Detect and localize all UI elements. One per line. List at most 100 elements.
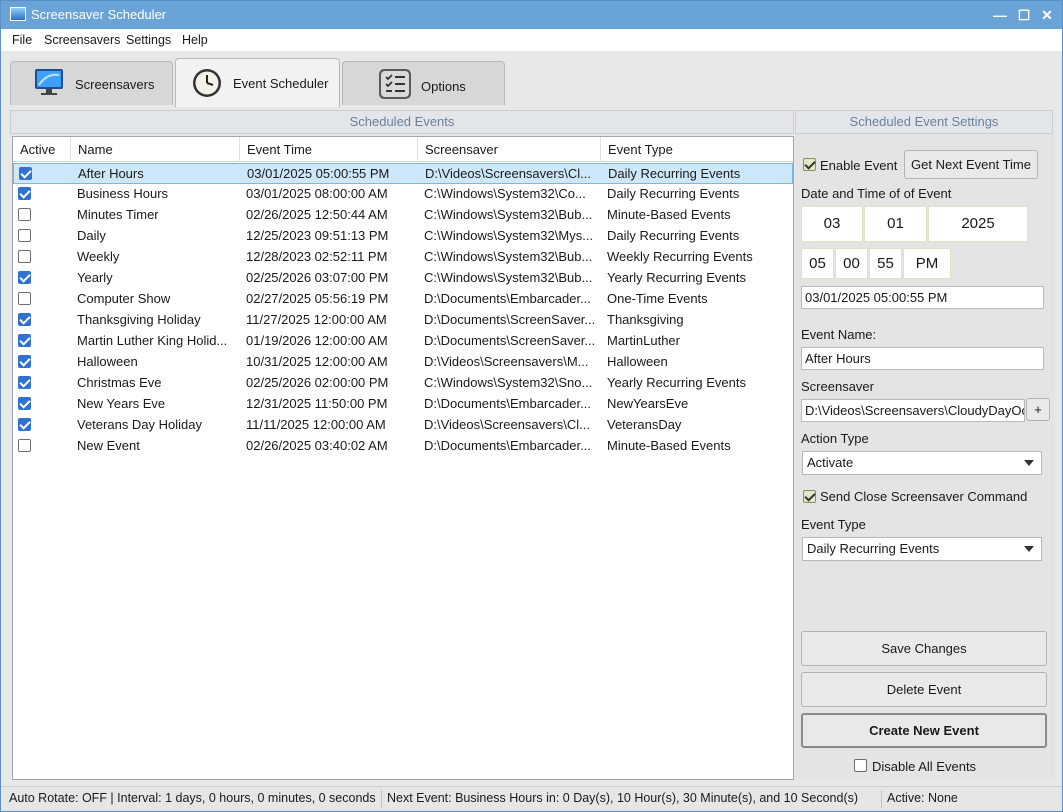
maximize-button[interactable]: ☐ — [1014, 5, 1034, 25]
month-field[interactable]: 03 — [801, 206, 863, 242]
table-row[interactable]: Business Hours 03/01/2025 08:00:00 AM C:\W… — [13, 184, 793, 205]
table-row[interactable]: Halloween 10/31/2025 12:00:00 AM D:\Videos… — [13, 352, 793, 373]
column-event-type[interactable]: Event Type — [601, 137, 793, 162]
row-active-checkbox[interactable] — [18, 376, 31, 389]
cell-time: 12/28/2023 02:52:11 PM — [246, 249, 388, 264]
cell-screensaver: D:\Videos\Screensavers\Cl... — [425, 166, 591, 181]
settings-panel: Enable Event Get Next Event Time Date an… — [795, 134, 1055, 780]
cell-screensaver: C:\Windows\System32\Mys... — [424, 228, 594, 243]
row-active-checkbox[interactable] — [18, 313, 31, 326]
cell-type: Yearly Recurring Events — [607, 375, 746, 390]
table-row[interactable]: Minutes Timer 02/26/2025 12:50:44 AM C:\Wi… — [13, 205, 793, 226]
tab-label-event-scheduler: Event Scheduler — [233, 76, 329, 91]
cell-time: 02/25/2026 03:07:00 PM — [246, 270, 389, 285]
cell-time: 01/19/2026 12:00:00 AM — [246, 333, 388, 348]
status-active: Active: None — [887, 791, 958, 805]
row-active-checkbox[interactable] — [18, 292, 31, 305]
column-event-time[interactable]: Event Time — [240, 137, 418, 162]
chevron-down-icon — [1024, 460, 1034, 466]
table-row[interactable]: Computer Show 02/27/2025 05:56:19 PM D:\Do… — [13, 289, 793, 310]
row-active-checkbox[interactable] — [18, 187, 31, 200]
screensaver-field[interactable]: D:\Videos\Screensavers\CloudyDayOc — [801, 399, 1025, 422]
disable-all-label: Disable All Events — [872, 759, 977, 774]
table-row[interactable]: Weekly 12/28/2023 02:52:11 PM C:\Windows\S… — [13, 247, 793, 268]
event-name-label: Event Name: — [801, 327, 877, 342]
cell-screensaver: D:\Videos\Screensavers\M... — [424, 354, 589, 369]
status-divider — [881, 790, 882, 808]
get-next-event-time-button[interactable]: Get Next Event Time — [904, 150, 1038, 179]
cell-time: 02/27/2025 05:56:19 PM — [246, 291, 389, 306]
menu-file[interactable]: File — [12, 33, 32, 47]
table-row[interactable]: Yearly 02/25/2026 03:07:00 PM C:\Windows\S… — [13, 268, 793, 289]
datetime-field[interactable]: 03/01/2025 05:00:55 PM — [801, 286, 1044, 309]
enable-event-checkbox[interactable] — [803, 158, 816, 171]
action-type-dropdown[interactable]: Activate — [802, 451, 1042, 475]
settings-header: Scheduled Event Settings — [795, 110, 1053, 134]
cell-type: Daily Recurring Events — [607, 186, 740, 201]
cell-type: Daily Recurring Events — [607, 228, 740, 243]
column-screensaver[interactable]: Screensaver — [418, 137, 601, 162]
row-active-checkbox[interactable] — [18, 334, 31, 347]
table-row[interactable]: Martin Luther King Holid... 01/19/2026 12… — [13, 331, 793, 352]
send-close-checkbox[interactable] — [803, 490, 816, 503]
disable-all-checkbox[interactable] — [854, 759, 867, 772]
second-field[interactable]: 55 — [869, 248, 902, 279]
event-name-field[interactable]: After Hours — [801, 347, 1044, 370]
table-row[interactable]: After Hours 03/01/2025 05:00:55 PM D:\Vide… — [13, 163, 793, 184]
ampm-field[interactable]: PM — [903, 248, 951, 279]
scheduled-events-header: Scheduled Events — [10, 110, 794, 134]
cell-screensaver: C:\Windows\System32\Bub... — [424, 270, 593, 285]
row-active-checkbox[interactable] — [18, 355, 31, 368]
cell-screensaver: C:\Windows\System32\Sno... — [424, 375, 593, 390]
row-active-checkbox[interactable] — [18, 208, 31, 221]
cell-screensaver: C:\Windows\System32\Co... — [424, 186, 586, 201]
tab-screensavers[interactable]: Screensavers — [10, 61, 173, 105]
row-active-checkbox[interactable] — [18, 439, 31, 452]
table-row[interactable]: New Years Eve 12/31/2025 11:50:00 PM D:\Do… — [13, 394, 793, 415]
action-type-value: Activate — [807, 455, 854, 470]
checklist-icon — [379, 69, 411, 99]
menu-screensavers[interactable]: Screensavers — [44, 33, 120, 47]
create-new-event-button[interactable]: Create New Event — [801, 713, 1047, 748]
save-changes-button[interactable]: Save Changes — [801, 631, 1047, 666]
cell-name: Veterans Day Holiday — [77, 417, 203, 432]
column-name[interactable]: Name — [71, 137, 240, 162]
menu-settings[interactable]: Settings — [126, 33, 171, 47]
table-row[interactable]: Daily 12/25/2023 09:51:13 PM C:\Windows\Sy… — [13, 226, 793, 247]
cell-screensaver: C:\Windows\System32\Bub... — [424, 249, 593, 264]
row-active-checkbox[interactable] — [18, 271, 31, 284]
minimize-button[interactable]: — — [990, 5, 1010, 25]
tab-options[interactable]: Options — [342, 61, 505, 105]
row-active-checkbox[interactable] — [19, 167, 32, 180]
table-row[interactable]: New Event 02/26/2025 03:40:02 AM D:\Docume… — [13, 436, 793, 457]
table-row[interactable]: Thanksgiving Holiday 11/27/2025 12:00:00 … — [13, 310, 793, 331]
delete-event-button[interactable]: Delete Event — [801, 672, 1047, 707]
row-active-checkbox[interactable] — [18, 418, 31, 431]
table-row[interactable]: Christmas Eve 02/25/2026 02:00:00 PM C:\Wi… — [13, 373, 793, 394]
row-active-checkbox[interactable] — [18, 229, 31, 242]
cell-name: Christmas Eve — [77, 375, 162, 390]
day-field[interactable]: 01 — [864, 206, 927, 242]
table-header: Active Name Event Time Screensaver Event… — [13, 137, 793, 162]
tab-event-scheduler[interactable]: Event Scheduler — [175, 58, 340, 107]
chevron-down-icon — [1024, 546, 1034, 552]
browse-screensaver-button[interactable]: + — [1026, 398, 1050, 421]
event-type-dropdown[interactable]: Daily Recurring Events — [802, 537, 1042, 561]
row-active-checkbox[interactable] — [18, 250, 31, 263]
events-table[interactable]: Active Name Event Time Screensaver Event… — [12, 136, 794, 780]
cell-time: 12/25/2023 09:51:13 PM — [246, 228, 389, 243]
status-divider — [381, 790, 382, 808]
app-window: Screensaver Scheduler — ☐ ✕ File Screens… — [0, 0, 1063, 812]
cell-type: Minute-Based Events — [607, 438, 731, 453]
hour-field[interactable]: 05 — [801, 248, 834, 279]
cell-time: 02/26/2025 12:50:44 AM — [246, 207, 388, 222]
year-field[interactable]: 2025 — [928, 206, 1028, 242]
table-row[interactable]: Veterans Day Holiday 11/11/2025 12:00:00 … — [13, 415, 793, 436]
menu-help[interactable]: Help — [182, 33, 208, 47]
close-button[interactable]: ✕ — [1037, 5, 1057, 25]
minute-field[interactable]: 00 — [835, 248, 868, 279]
row-active-checkbox[interactable] — [18, 397, 31, 410]
column-active[interactable]: Active — [13, 137, 71, 162]
event-type-value: Daily Recurring Events — [807, 541, 940, 556]
status-auto-rotate: Auto Rotate: OFF | Interval: 1 days, 0 h… — [9, 791, 376, 805]
